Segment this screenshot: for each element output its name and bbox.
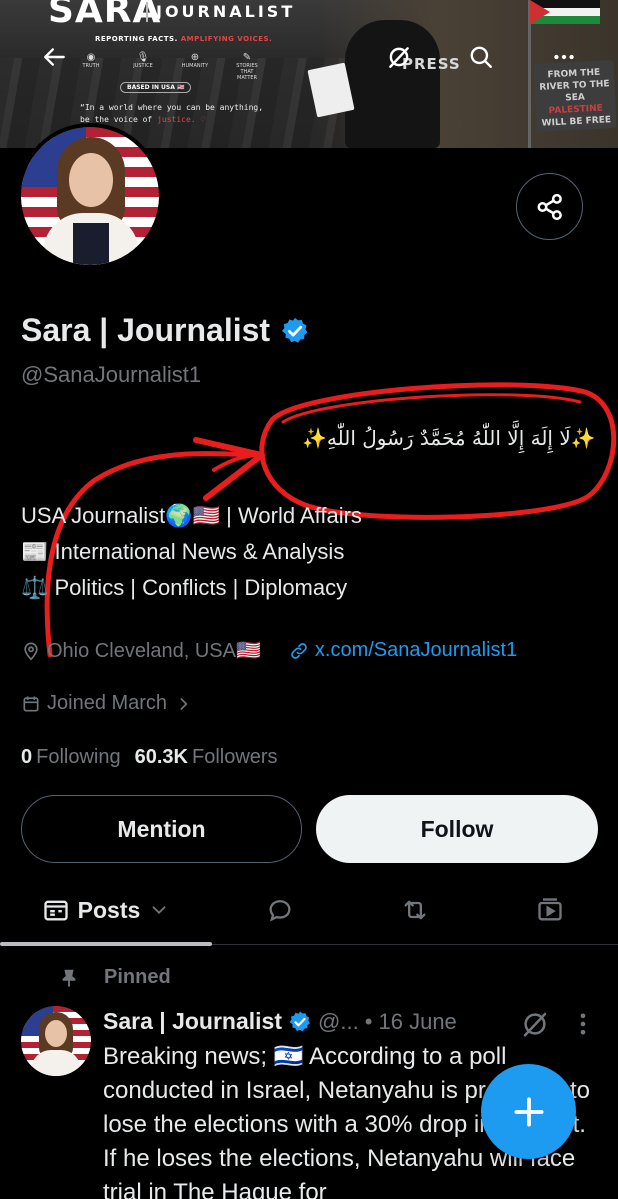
arrow-left-icon <box>44 48 65 66</box>
chevron-right-icon <box>180 697 188 710</box>
following-link[interactable]: 0 Following <box>21 746 121 769</box>
banner-icon-row: ◉ TRUTH 🎙 JUSTICE ⊕ HUMANITY ✎ STORIES THAT … <box>75 52 263 81</box>
profile-location-row: Ohio Cleveland, USA🇺🇸 x.com/SanaJournali… <box>21 638 517 663</box>
bio-line: 📰 International News & Analysis <box>21 539 345 564</box>
more-options-button[interactable] <box>545 38 583 76</box>
chevron-down-icon <box>152 906 166 915</box>
pinned-label: Pinned <box>104 966 171 988</box>
bio-line: ⚖️ Politics | Conflicts | Diplomacy <box>21 575 348 600</box>
pinned-label-row: Pinned <box>58 966 171 989</box>
post-author-name[interactable]: Sara | Journalist <box>103 1008 282 1035</box>
grok-icon <box>389 47 409 68</box>
followers-link[interactable]: 60.3K Followers <box>135 746 278 769</box>
tab-reposts[interactable] <box>380 875 450 945</box>
profile-bio-shahada: ✨لَا إِلَهَ إِلَّا اللّٰهُ مُحَمَّدٌ رَس… <box>302 426 596 450</box>
post-author-handle: @... <box>318 1008 359 1034</box>
tab-replies[interactable] <box>245 875 315 945</box>
more-horizontal-icon <box>554 54 574 60</box>
verified-badge-icon <box>289 1011 310 1031</box>
post-header: Sara | Journalist @... • 16 June <box>103 1008 457 1035</box>
profile-bio: USA Journalist🌍🇺🇸 | World Affairs 📰 Inte… <box>21 498 362 606</box>
search-icon <box>470 46 492 68</box>
more-vertical-icon[interactable] <box>573 1010 593 1038</box>
profile-joined-row[interactable]: Joined March <box>21 692 193 715</box>
profile-location: Ohio Cleveland, USA🇺🇸 <box>47 640 261 662</box>
banner-brand-subtitle: JOURNALIST <box>156 2 296 21</box>
share-profile-button[interactable] <box>516 173 583 240</box>
tab-posts[interactable]: Posts <box>0 875 212 946</box>
banner-microphone-icon: 🎙 JUSTICE <box>133 52 153 69</box>
post-author-avatar[interactable] <box>21 1006 91 1076</box>
banner-tagline: REPORTING FACTS. AMPLIFYING VOICES. <box>95 35 273 43</box>
posts-icon <box>44 900 68 921</box>
bio-line: USA Journalist🌍🇺🇸 | World Affairs <box>21 503 362 528</box>
media-icon <box>538 898 562 921</box>
calendar-icon <box>23 696 39 711</box>
profile-website-link[interactable]: x.com/SanaJournalist1 <box>315 639 517 662</box>
banner-globe-icon: ⊕ HUMANITY <box>181 52 209 69</box>
search-button[interactable] <box>462 38 500 76</box>
banner-palestine-flag <box>530 0 600 24</box>
banner-based-badge: BASED IN USA 🇺🇸 <box>120 82 192 93</box>
grok-icon[interactable] <box>520 1009 550 1039</box>
compose-post-button[interactable] <box>481 1064 576 1159</box>
link-icon <box>291 642 307 659</box>
profile-tabs: Posts <box>0 875 618 946</box>
profile-joined-date: Joined March <box>47 692 168 714</box>
banner-truth-icon: ◉ TRUTH <box>82 52 100 69</box>
banner-divider <box>146 2 148 22</box>
follow-button[interactable]: Follow <box>316 795 598 863</box>
pin-icon <box>62 969 76 987</box>
tab-media[interactable] <box>515 875 585 945</box>
banner-brand: SARA <box>48 0 162 31</box>
location-pin-icon <box>24 642 38 661</box>
reply-icon <box>269 900 291 922</box>
share-icon <box>537 193 562 220</box>
profile-stats: 0 Following 60.3K Followers <box>21 746 278 769</box>
back-button[interactable] <box>36 38 74 76</box>
mention-button[interactable]: Mention <box>21 795 302 863</box>
verified-badge-icon[interactable] <box>280 316 310 346</box>
grok-button[interactable] <box>380 38 418 76</box>
profile-handle: @SanaJournalist1 <box>21 362 202 387</box>
repost-icon <box>404 900 426 920</box>
profile-name-row: Sara | Journalist <box>21 312 310 349</box>
post-date[interactable]: • 16 June <box>365 1009 457 1035</box>
banner-pen-icon: ✎ STORIES THAT MATTER <box>236 52 258 81</box>
profile-avatar[interactable] <box>17 123 163 269</box>
banner-quote: “In a world where you can be anything, b… <box>80 103 264 124</box>
plus-icon <box>513 1096 544 1127</box>
profile-name: Sara | Journalist <box>21 312 271 348</box>
